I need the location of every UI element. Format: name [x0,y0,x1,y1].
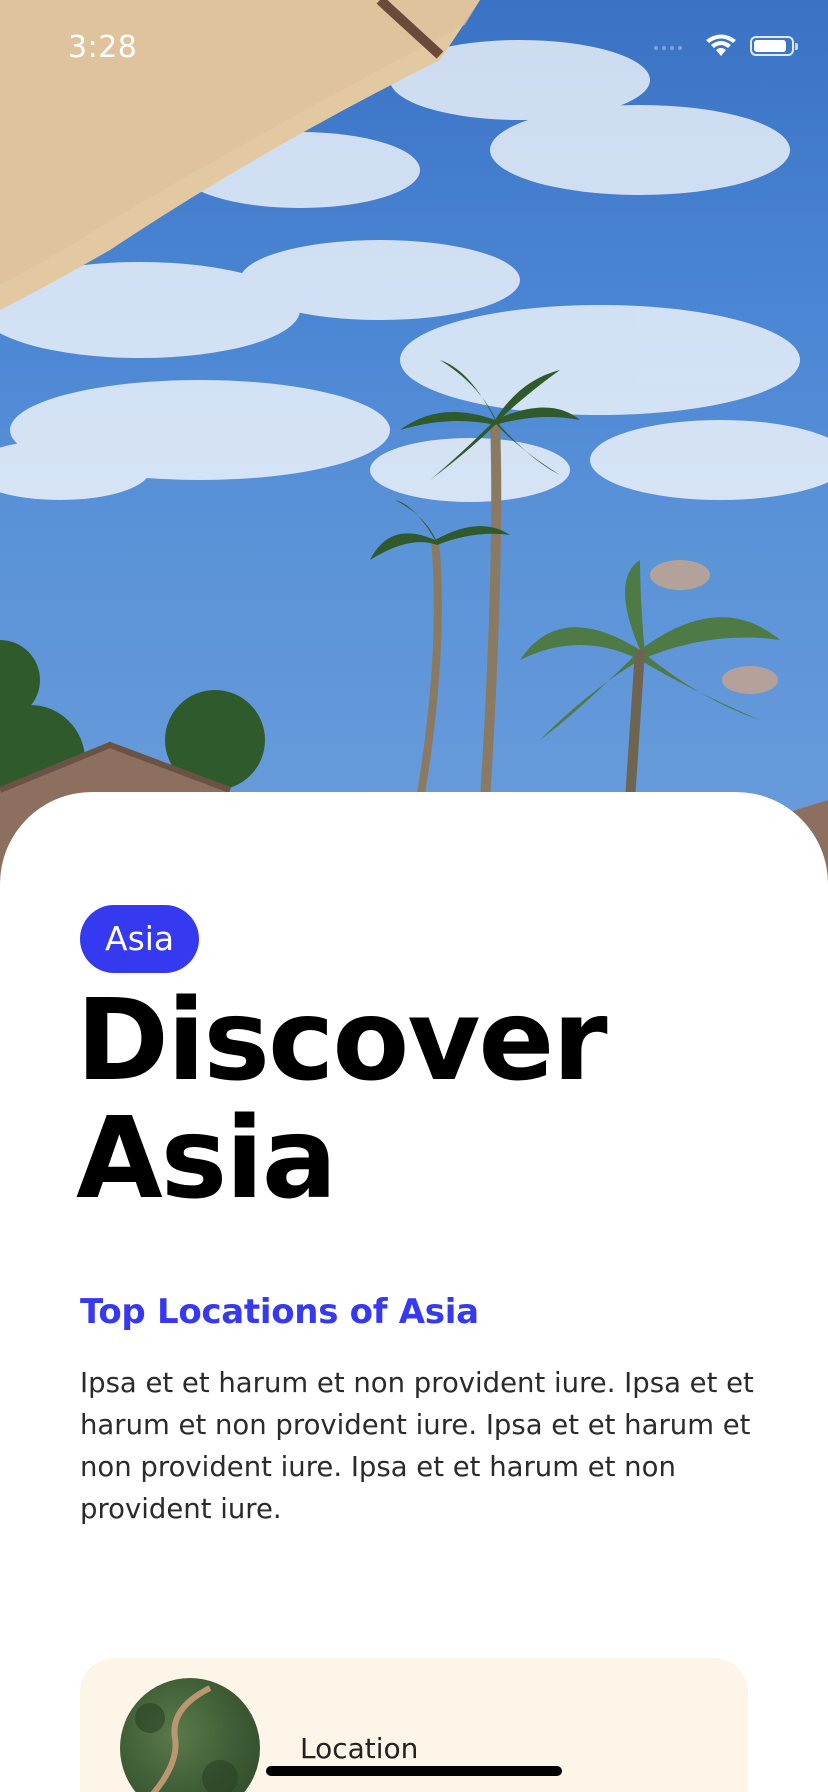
wifi-icon [706,34,736,56]
title-line-1: Discover [76,976,608,1106]
status-icons [652,34,798,58]
status-bar: 3:28 [0,0,828,100]
location-label: Location [300,1732,419,1765]
signal-dots-icon [654,46,682,50]
title-line-2: Asia [76,1094,337,1224]
battery-fill [754,40,786,52]
screen: 3:28 Asia Discover Asia Top Locations of… [0,0,828,1792]
hero-photo [0,0,828,900]
battery-icon [750,36,798,56]
hero-illustration [0,0,828,900]
location-thumbnail [120,1678,260,1792]
description-text: Ipsa et et harum et non provident iure. … [80,1367,754,1525]
region-tag[interactable]: Asia [80,905,200,973]
home-indicator[interactable] [266,1766,562,1776]
status-time: 3:28 [68,30,138,65]
section-subtitle: Top Locations of Asia [80,1292,479,1332]
page-title: Discover Asia [76,982,776,1218]
content-card: Asia Discover Asia Top Locations of Asia… [0,792,828,1792]
